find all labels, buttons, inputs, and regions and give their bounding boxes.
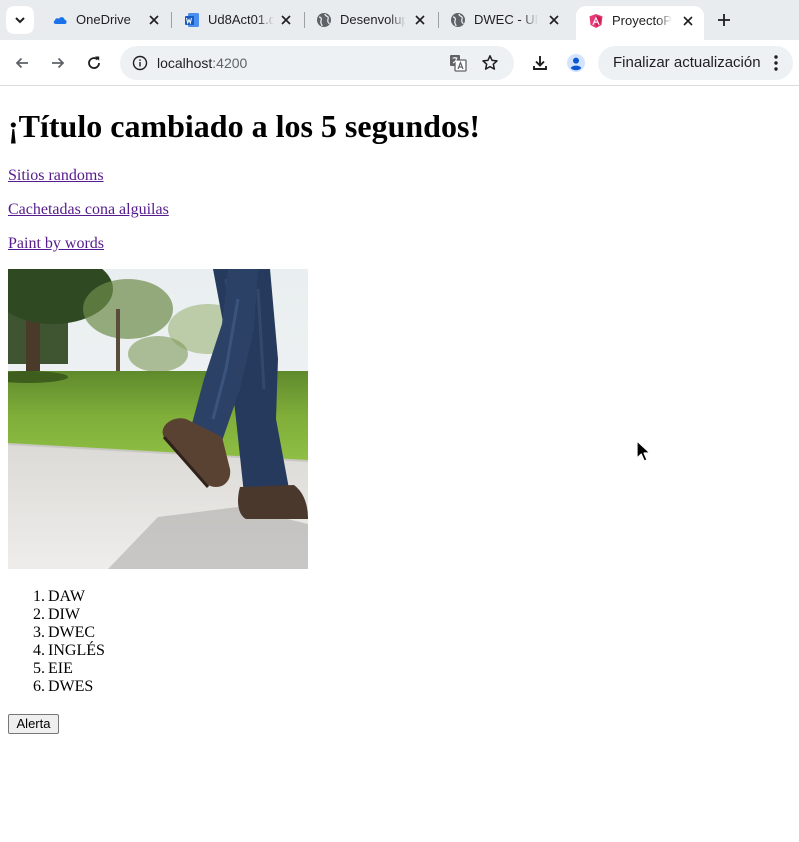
list-item-number: 6. [33,678,45,695]
list-item-number: 1. [33,588,45,605]
list-item: 4. INGLÉS [8,642,105,660]
close-icon[interactable] [278,12,294,28]
tab-strip: OneDrive Ud8Act01.docx Desenvolupament [0,0,799,40]
tab-desenvolupament[interactable]: Desenvolupament [304,4,436,36]
subjects-list: 1. DAW 2. DIW 3. DWEC 4. INGLÉS 5. EIE 6. DWES [8,588,105,696]
tab-title: Ud8Act01.docx [208,12,274,27]
new-tab-button[interactable] [712,8,736,32]
list-item-number: 4. [33,642,45,659]
list-item-number: 3. [33,624,45,641]
close-icon[interactable] [546,12,562,28]
url-port: :4200 [212,55,248,71]
list-item-number: 2. [33,606,45,623]
tab-onedrive[interactable]: OneDrive [40,4,170,36]
walking-person-photo [8,269,308,569]
list-item: 2. DIW [8,606,105,624]
page-title: ¡Título cambiado a los 5 segundos! [8,108,481,144]
more-vert-icon[interactable] [771,54,781,72]
star-icon[interactable] [478,51,502,75]
list-item-label: EIE [48,660,73,677]
tab-proyectoprueba[interactable]: ProyectoPrueba [576,6,704,40]
profile-button[interactable] [562,49,590,77]
word-icon [185,13,199,27]
address-bar[interactable]: localhost:4200 [120,46,514,80]
list-item: 1. DAW [8,588,105,606]
forward-button[interactable] [44,49,72,77]
finish-update-label: Finalizar actualización [613,54,761,71]
onedrive-icon [53,17,67,24]
page-content: ¡Título cambiado a los 5 segundos! Sitio… [0,87,799,842]
reload-button[interactable] [80,49,108,77]
back-button[interactable] [8,49,36,77]
tab-ud8act01[interactable]: Ud8Act01.docx [172,4,302,36]
finish-update-button[interactable]: Finalizar actualización [598,46,793,80]
chevron-down-icon [15,17,25,24]
close-icon[interactable] [412,12,428,28]
downloads-button[interactable] [526,49,554,77]
download-icon [533,56,547,70]
list-item-label: INGLÉS [48,642,105,659]
angular-icon [589,14,603,28]
url-host: localhost [157,55,213,71]
arrow-left-icon [15,57,28,69]
info-icon[interactable] [128,51,152,75]
link-paint-by-words[interactable]: Paint by words [8,235,104,253]
tab-title: ProyectoPrueba [612,13,672,28]
list-item: 5. EIE [8,660,105,678]
alert-button[interactable]: Alerta [8,714,59,734]
list-item-label: DWES [48,678,94,695]
close-icon[interactable] [146,12,162,28]
mouse-cursor-icon [636,440,651,462]
list-item-label: DAW [48,588,85,605]
list-item-label: DWEC [48,624,96,641]
browser-toolbar: localhost:4200 Finalizar actualización [0,40,799,86]
list-item-number: 5. [33,660,45,677]
arrow-right-icon [52,57,65,69]
tab-dwec-ud8[interactable]: DWEC - UD8 [438,4,570,36]
tab-title: Desenvolupament [340,12,406,27]
list-item-label: DIW [48,606,80,623]
tab-title: OneDrive [76,12,131,27]
url-text[interactable]: localhost:4200 [157,55,247,71]
avatar-icon [567,54,585,72]
list-item: 3. DWEC [8,624,105,642]
reload-icon [88,56,100,69]
close-icon[interactable] [680,13,696,29]
link-sitios-randoms[interactable]: Sitios randoms [8,167,104,185]
list-item: 6. DWES [8,678,105,696]
plus-icon [718,14,730,26]
tab-title: DWEC - UD8 [474,12,538,27]
link-cachetadas[interactable]: Cachetadas cona alguilas [8,201,169,219]
tab-search-button[interactable] [6,6,34,34]
translate-icon[interactable] [446,51,470,75]
globe-icon [317,13,331,27]
globe-icon [451,13,465,27]
